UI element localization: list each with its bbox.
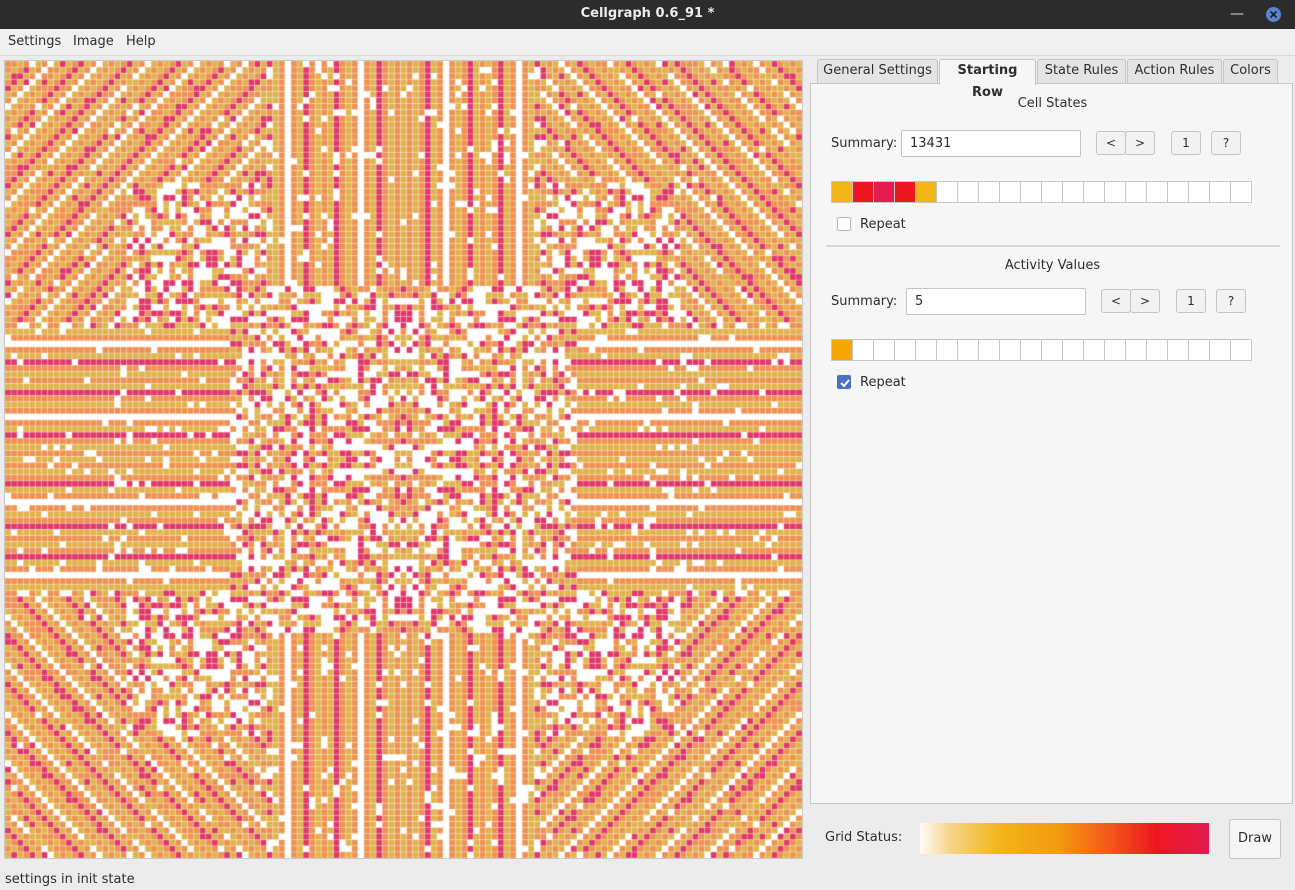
av-row-cell[interactable] [1209,339,1231,361]
minimize-button[interactable]: — [1227,4,1247,24]
starting-row-panel: Cell States Summary: 13431 < > 1 ? Repea… [810,83,1293,804]
av-row-cell[interactable] [1041,339,1063,361]
cs-row-cell[interactable] [852,181,874,203]
av-row-cell[interactable] [1020,339,1042,361]
cs-row-cell[interactable] [1125,181,1147,203]
close-icon [1269,10,1278,19]
av-row-cell[interactable] [894,339,916,361]
cell-states-prev-button[interactable]: < [1096,131,1126,155]
grid-status-gradient [920,823,1209,854]
cs-row-cell[interactable] [831,181,853,203]
av-row-cell[interactable] [999,339,1021,361]
grid-status-label: Grid Status: [825,830,903,845]
cs-row-cell[interactable] [915,181,937,203]
cell-states-summary-label: Summary: [831,136,898,151]
cs-row-cell[interactable] [1020,181,1042,203]
cell-grid-canvas[interactable] [4,60,803,859]
cs-row-cell[interactable] [1083,181,1105,203]
av-row-cell[interactable] [1188,339,1210,361]
cs-row-cell[interactable] [1146,181,1168,203]
av-row-cell[interactable] [1167,339,1189,361]
av-row-cell[interactable] [1230,339,1252,361]
activity-values-title: Activity Values [1004,258,1101,273]
cell-grid-image[interactable] [5,61,802,858]
cell-states-repeat-checkbox[interactable] [837,217,851,231]
cs-row-cell[interactable] [1209,181,1231,203]
cs-row-cell[interactable] [1041,181,1063,203]
av-row-cell[interactable] [1083,339,1105,361]
cs-row-cell[interactable] [978,181,1000,203]
cell-states-repeat-label: Repeat [860,217,906,232]
cs-row-cell[interactable] [957,181,979,203]
cs-row-cell[interactable] [873,181,895,203]
activity-values-next-button[interactable]: > [1130,289,1160,313]
cs-row-cell[interactable] [1188,181,1210,203]
av-row-cell[interactable] [831,339,853,361]
av-row-cell[interactable] [915,339,937,361]
activity-values-repeat-label: Repeat [860,375,906,390]
tab-state-rules[interactable]: State Rules [1037,59,1126,83]
cell-states-row [831,181,1252,203]
title-bar: Cellgraph 0.6_91 * — [0,0,1295,29]
av-row-cell[interactable] [1146,339,1168,361]
cs-row-cell[interactable] [999,181,1021,203]
draw-button[interactable]: Draw [1229,819,1281,859]
cell-states-title: Cell States [1017,96,1088,111]
checkmark-icon [840,379,850,388]
cell-states-next-button[interactable]: > [1125,131,1155,155]
cell-states-one-button[interactable]: 1 [1171,131,1201,155]
av-row-cell[interactable] [873,339,895,361]
activity-values-prev-button[interactable]: < [1101,289,1131,313]
close-button[interactable] [1266,7,1281,22]
tab-colors[interactable]: Colors [1223,59,1278,83]
cs-row-cell[interactable] [1062,181,1084,203]
av-row-cell[interactable] [852,339,874,361]
av-row-cell[interactable] [1062,339,1084,361]
tab-starting-row[interactable]: Starting Row [939,59,1036,100]
activity-values-summary-input[interactable]: 5 [906,288,1086,315]
activity-values-summary-label: Summary: [831,294,898,309]
av-row-cell[interactable] [957,339,979,361]
cs-row-cell[interactable] [936,181,958,203]
menu-bar: Settings Image Help [0,29,1295,56]
av-row-cell[interactable] [978,339,1000,361]
window-title: Cellgraph 0.6_91 * [580,6,715,21]
cell-states-help-button[interactable]: ? [1211,131,1241,155]
menu-image[interactable]: Image [73,34,114,49]
cs-row-cell[interactable] [1104,181,1126,203]
av-row-cell[interactable] [1125,339,1147,361]
activity-values-row [831,339,1252,361]
cs-row-cell[interactable] [1167,181,1189,203]
status-bar-text: settings in init state [5,872,135,887]
cell-states-summary-input[interactable]: 13431 [901,130,1081,157]
cs-row-cell[interactable] [1230,181,1252,203]
tab-general-settings[interactable]: General Settings [817,59,938,83]
menu-help[interactable]: Help [126,34,156,49]
cs-row-cell[interactable] [894,181,916,203]
activity-values-help-button[interactable]: ? [1216,289,1246,313]
section-divider [826,245,1280,247]
activity-values-repeat-checkbox[interactable] [837,375,851,389]
tab-action-rules[interactable]: Action Rules [1127,59,1222,83]
av-row-cell[interactable] [936,339,958,361]
activity-values-one-button[interactable]: 1 [1176,289,1206,313]
menu-settings[interactable]: Settings [8,34,61,49]
av-row-cell[interactable] [1104,339,1126,361]
